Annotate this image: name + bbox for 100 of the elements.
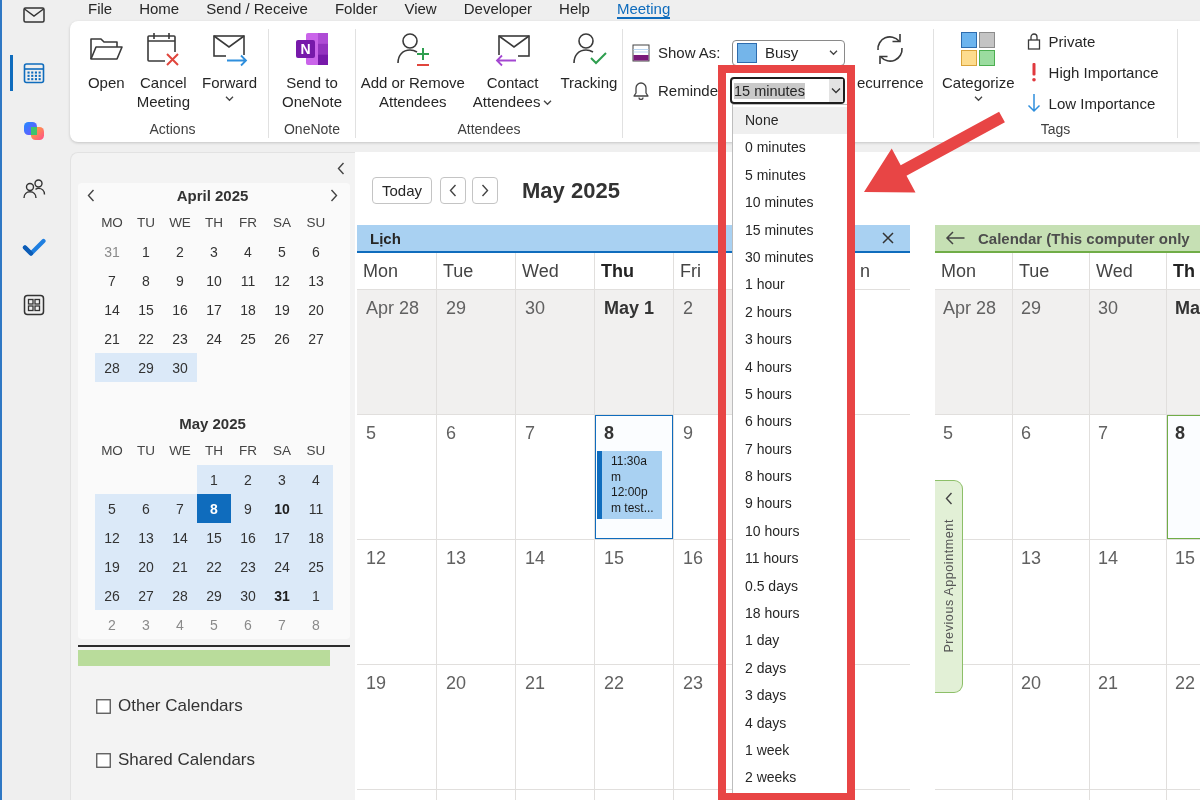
calendar-day[interactable]: 10 <box>265 494 299 523</box>
calendar-day[interactable]: 19 <box>265 295 299 324</box>
chevron-left-icon[interactable] <box>337 161 345 175</box>
menu-tab[interactable]: Folder <box>334 0 378 19</box>
day-cell[interactable]: May 1 <box>594 290 673 415</box>
calendar-day[interactable]: 27 <box>299 324 333 353</box>
forward-button[interactable]: Forward <box>198 27 262 102</box>
calendar-day[interactable]: 16 <box>231 523 265 552</box>
calendar-day[interactable]: 28 <box>163 581 197 610</box>
dropdown-option[interactable]: 15 minutes <box>733 216 847 244</box>
day-cell[interactable]: 22 <box>594 665 673 790</box>
calendar-day[interactable]: 15 <box>129 295 163 324</box>
calendar-day[interactable]: 13 <box>129 523 163 552</box>
calendar-day[interactable]: 13 <box>299 266 333 295</box>
calendar-day[interactable]: 5 <box>95 494 129 523</box>
categorize-button[interactable]: Categorize <box>938 27 1019 102</box>
day-cell[interactable]: 7 <box>515 415 594 540</box>
day-cell[interactable]: 29 <box>436 290 515 415</box>
calendar-day[interactable]: 9 <box>163 266 197 295</box>
calendar-day[interactable]: 24 <box>197 324 231 353</box>
add-remove-attendees-button[interactable]: Add or Remove Attendees <box>357 27 468 111</box>
calendar-day[interactable]: 4 <box>299 465 333 494</box>
calendar-day[interactable]: 16 <box>163 295 197 324</box>
day-cell[interactable]: Apr 28 <box>935 290 1012 415</box>
private-button[interactable]: Private <box>1025 30 1159 52</box>
send-to-onenote-button[interactable]: N Send to OneNote <box>277 27 346 111</box>
calendar-day[interactable]: 1 <box>129 237 163 266</box>
previous-button[interactable] <box>440 177 467 204</box>
day-cell[interactable]: 13 <box>436 540 515 665</box>
day-cell[interactable]: 20 <box>1012 665 1089 790</box>
calendar-day[interactable]: 22 <box>129 324 163 353</box>
day-cell[interactable]: 30 <box>1089 290 1166 415</box>
menu-tab[interactable]: Home <box>139 0 180 19</box>
menu-tab[interactable]: Developer <box>463 0 533 19</box>
day-cell[interactable]: 7 <box>1089 415 1166 540</box>
day-cell[interactable]: 20 <box>436 665 515 790</box>
day-cell[interactable]: Apr 28 <box>357 290 436 415</box>
show-as-dropdown[interactable]: Busy <box>732 39 845 66</box>
contact-attendees-button[interactable]: Contact Attendees <box>469 27 556 111</box>
calendar-day[interactable]: 18 <box>231 295 265 324</box>
day-cell[interactable]: 15 <box>1166 540 1200 665</box>
cancel-meeting-button[interactable]: Cancel Meeting <box>132 27 195 111</box>
calendar-day[interactable]: 28 <box>95 353 129 382</box>
calendar-day[interactable]: 21 <box>163 552 197 581</box>
calendar-day[interactable]: 17 <box>265 523 299 552</box>
calendar-day[interactable]: 11 <box>231 266 265 295</box>
day-cell[interactable]: 14 <box>515 540 594 665</box>
calendar-day[interactable]: 12 <box>95 523 129 552</box>
calendar-day[interactable]: 2 <box>231 465 265 494</box>
calendar-day[interactable]: 10 <box>197 266 231 295</box>
calendar-day[interactable]: 30 <box>231 581 265 610</box>
day-cell[interactable]: 8 <box>1166 415 1200 540</box>
calendar-day[interactable]: 26 <box>265 324 299 353</box>
day-cell[interactable]: Ma <box>1166 290 1200 415</box>
today-button[interactable]: Today <box>372 177 433 204</box>
high-importance-button[interactable]: High Importance <box>1025 61 1159 83</box>
chevron-left-icon[interactable] <box>87 189 95 202</box>
calendar-day[interactable]: 17 <box>197 295 231 324</box>
calendar-day[interactable]: 25 <box>231 324 265 353</box>
menu-tab[interactable]: Help <box>559 0 590 19</box>
calendar-day[interactable]: 21 <box>95 324 129 353</box>
dropdown-option[interactable]: 0 minutes <box>733 134 847 162</box>
calendar-day[interactable]: 3 <box>197 237 231 266</box>
dropdown-option[interactable]: None <box>733 107 847 135</box>
menu-tab[interactable]: View <box>404 0 437 19</box>
low-importance-button[interactable]: Low Importance <box>1025 92 1159 114</box>
left-arrow-icon[interactable] <box>945 231 965 245</box>
chevron-right-icon[interactable] <box>330 189 338 202</box>
menu-tab[interactable]: Meeting <box>616 0 671 19</box>
calendar-day[interactable]: 11 <box>299 494 333 523</box>
day-cell[interactable]: 6 <box>1012 415 1089 540</box>
calendar-day[interactable]: 7 <box>163 494 197 523</box>
tracking-button[interactable]: Tracking <box>557 27 621 92</box>
calendar-day[interactable]: 1 <box>299 581 333 610</box>
day-cell[interactable]: 6 <box>436 415 515 540</box>
day-cell[interactable]: 21 <box>1089 665 1166 790</box>
recurrence-button[interactable]: ecurrence <box>857 27 924 92</box>
day-cell[interactable]: 15 <box>594 540 673 665</box>
calendar-day[interactable]: 14 <box>163 523 197 552</box>
calendar-day[interactable]: 31 <box>265 581 299 610</box>
calendar-day[interactable]: 7 <box>95 266 129 295</box>
calendar-day[interactable]: 8 <box>129 266 163 295</box>
close-icon[interactable] <box>882 232 894 244</box>
calendar-day[interactable]: 12 <box>265 266 299 295</box>
day-cell[interactable]: 21 <box>515 665 594 790</box>
calendar-day[interactable]: 26 <box>95 581 129 610</box>
calendar-day[interactable]: 9 <box>231 494 265 523</box>
calendar-day[interactable]: 8 <box>197 494 231 523</box>
calendar-day[interactable]: 6 <box>129 494 163 523</box>
day-cell[interactable]: 8 11:30am 12:00pm test... <box>594 415 673 540</box>
menu-tab[interactable]: Send / Receive <box>206 0 308 19</box>
calendar-day[interactable]: 6 <box>299 237 333 266</box>
calendar-day[interactable]: 24 <box>265 552 299 581</box>
calendar-day[interactable]: 23 <box>231 552 265 581</box>
calendar-day[interactable]: 14 <box>95 295 129 324</box>
calendar-day[interactable]: 1 <box>197 465 231 494</box>
side-tab[interactable]: Previous Appointment <box>935 480 963 693</box>
calendar-day[interactable]: 3 <box>265 465 299 494</box>
day-cell[interactable]: 22 <box>1166 665 1200 790</box>
day-cell[interactable]: 30 <box>515 290 594 415</box>
